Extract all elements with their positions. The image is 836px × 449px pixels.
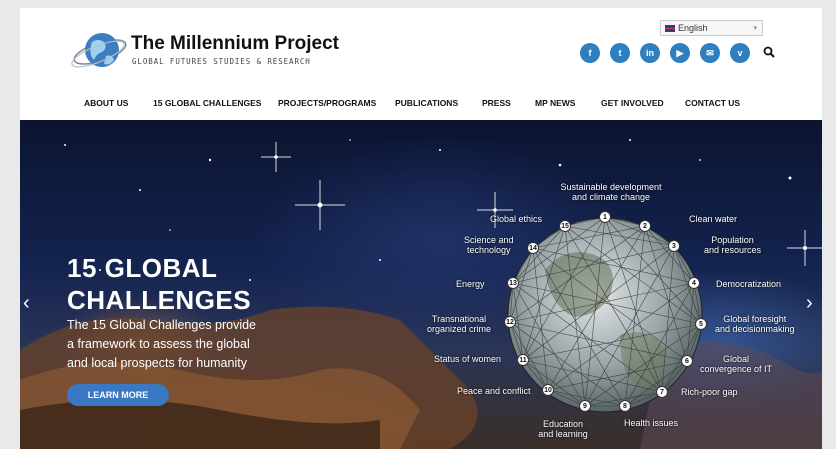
challenge-number-badge[interactable]: 6 — [681, 355, 693, 367]
vimeo-icon[interactable]: v — [730, 43, 750, 63]
language-selector[interactable]: English ▾ — [660, 20, 763, 36]
challenge-number-badge[interactable]: 15 — [559, 220, 571, 232]
challenge-label[interactable]: Population and resources — [704, 235, 761, 255]
challenge-number-badge[interactable]: 11 — [517, 354, 529, 366]
slider-next-arrow-icon[interactable]: › — [806, 292, 813, 315]
hero-subtitle-line1: The 15 Global Challenges provide — [67, 318, 257, 332]
challenge-label-line1: Global — [723, 354, 750, 364]
challenge-number-badge[interactable]: 1 — [599, 211, 611, 223]
challenge-label-line2: and climate change — [571, 192, 651, 202]
challenge-label[interactable]: Democratization — [716, 279, 781, 289]
nav-mp-news[interactable]: MP NEWS — [535, 98, 575, 108]
challenge-label-line1: Education — [542, 419, 584, 429]
challenge-number-badge[interactable]: 10 — [542, 384, 554, 396]
hero-subtitle-line2: a framework to assess the global — [67, 337, 250, 351]
challenge-label-line1: Global ethics — [490, 214, 543, 224]
challenge-label-line1: Health issues — [624, 418, 679, 428]
challenge-label-line2: and resources — [704, 245, 762, 255]
challenge-number-badge[interactable]: 3 — [668, 240, 680, 252]
nav-projects-programs[interactable]: PROJECTS/PROGRAMS — [278, 98, 376, 108]
challenge-number-badge[interactable]: 12 — [504, 316, 516, 328]
nav-press[interactable]: PRESS — [482, 98, 511, 108]
challenge-number-badge[interactable]: 7 — [656, 386, 668, 398]
challenge-label[interactable]: Clean water — [689, 214, 737, 224]
slider-prev-arrow-icon[interactable]: ‹ — [23, 292, 30, 315]
nav-publications[interactable]: PUBLICATIONS — [395, 98, 458, 108]
challenge-label[interactable]: Transnational organized crime — [427, 314, 491, 334]
challenge-number-badge[interactable]: 9 — [579, 400, 591, 412]
linkedin-icon[interactable]: in — [640, 43, 660, 63]
globe-logo-icon[interactable] — [70, 28, 130, 76]
learn-more-button[interactable]: LEARN MORE — [67, 384, 169, 406]
challenge-label-line2: technology — [467, 245, 511, 255]
challenge-label[interactable]: Global ethics — [490, 214, 542, 224]
challenge-label-line2: and decisionmaking — [715, 324, 795, 334]
challenge-label[interactable]: Rich-poor gap — [681, 387, 738, 397]
challenge-label[interactable]: Status of women — [434, 354, 501, 364]
twitter-icon[interactable]: t — [610, 43, 630, 63]
challenge-number-badge[interactable]: 14 — [527, 242, 539, 254]
challenge-label[interactable]: Science and technology — [464, 235, 514, 255]
challenge-label-line1: Energy — [456, 279, 485, 289]
challenge-number-badge[interactable]: 4 — [688, 277, 700, 289]
nav-get-involved[interactable]: GET INVOLVED — [601, 98, 664, 108]
challenge-number-badge[interactable]: 2 — [639, 220, 651, 232]
challenge-label-line1: Global foresight — [723, 314, 787, 324]
challenge-label-line1: Population — [711, 235, 754, 245]
hero-subtitle-line3: and local prospects for humanity — [67, 356, 247, 370]
challenge-label-line1: Democratization — [716, 279, 782, 289]
email-icon[interactable]: ✉ — [700, 43, 720, 63]
facebook-icon[interactable]: f — [580, 43, 600, 63]
youtube-icon[interactable]: ▶ — [670, 43, 690, 63]
challenge-label[interactable]: Education and learning — [508, 419, 618, 439]
chevron-down-icon: ▾ — [753, 25, 757, 32]
challenge-label-line1: Science and — [464, 235, 514, 245]
challenge-label[interactable]: Health issues — [624, 418, 678, 428]
page: English ▾ The Millennium Project GLOBAL … — [20, 8, 822, 449]
hero-slider: 1 Sustainable development and climate chan… — [20, 120, 822, 449]
challenge-label[interactable]: Global foresight and decisionmaking — [715, 314, 795, 334]
challenge-number-badge[interactable]: 8 — [619, 400, 631, 412]
challenge-label-line1: Transnational — [431, 314, 487, 324]
challenge-label[interactable]: Global convergence of IT — [700, 354, 772, 374]
nav-about-us[interactable]: ABOUT US — [84, 98, 128, 108]
hero-title-line1: 15 GLOBAL — [67, 253, 218, 283]
challenge-label-line1: Rich-poor gap — [681, 387, 738, 397]
nav-15-global-challenges[interactable]: 15 GLOBAL CHALLENGES — [153, 98, 261, 108]
uk-flag-icon — [665, 24, 675, 32]
challenge-label-line1: Sustainable development — [560, 182, 662, 192]
nav-contact-us[interactable]: CONTACT US — [685, 98, 740, 108]
challenge-label-line1: Status of women — [434, 354, 502, 364]
hero-title-line2: CHALLENGES — [67, 285, 252, 315]
challenge-number-badge[interactable]: 13 — [507, 277, 519, 289]
challenge-label-line1: Peace and conflict — [457, 386, 531, 396]
challenge-label[interactable]: Sustainable development and climate chang… — [556, 182, 666, 202]
language-value: English — [678, 23, 708, 33]
challenge-label-line2: convergence of IT — [700, 364, 773, 374]
challenge-number-badge[interactable]: 5 — [695, 318, 707, 330]
challenge-label-line2: organized crime — [427, 324, 492, 334]
challenge-label[interactable]: Peace and conflict — [457, 386, 531, 396]
site-title[interactable]: The Millennium Project — [131, 33, 339, 55]
site-tagline: GLOBAL FUTURES STUDIES & RESEARCH — [132, 57, 311, 66]
challenge-label-line2: and learning — [538, 429, 588, 439]
search-icon[interactable] — [763, 46, 775, 58]
challenge-label-line1: Clean water — [689, 214, 738, 224]
challenge-label[interactable]: Energy — [456, 279, 485, 289]
